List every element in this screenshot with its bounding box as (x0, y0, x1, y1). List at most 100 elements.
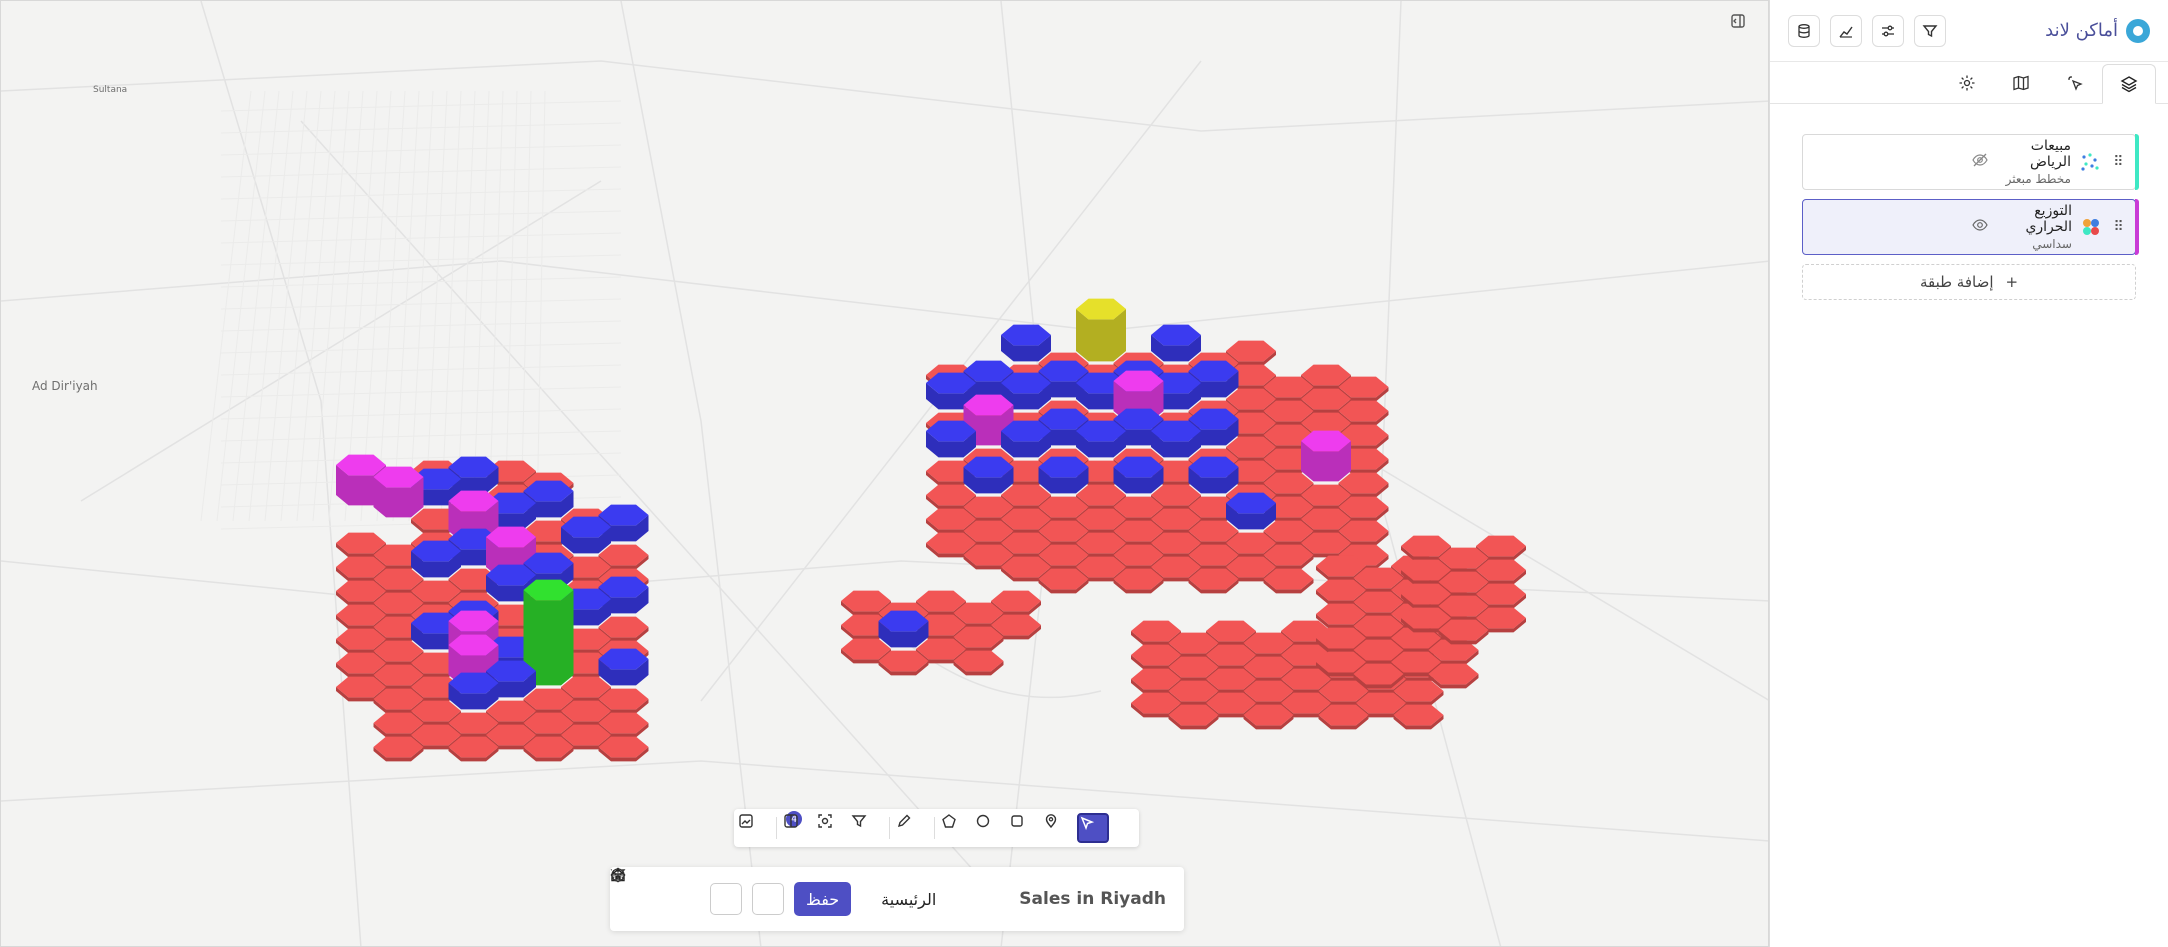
move-button[interactable] (610, 867, 660, 915)
hex-column[interactable] (1038, 456, 1089, 494)
layer-name: التوزيع الحراري (2025, 203, 2072, 235)
pointer-icon (2068, 76, 2083, 91)
hex-column[interactable] (963, 456, 1014, 494)
filter-icon (851, 815, 867, 828)
sidebar-header: أماكن لاند (1770, 0, 2168, 62)
draw-toolbar: 4 (734, 809, 1139, 847)
draw-point-button[interactable] (1043, 813, 1075, 843)
drag-handle-icon[interactable]: ⠿ (2110, 154, 2127, 170)
settings-sliders-button[interactable] (1872, 14, 1904, 47)
draw-circle-button[interactable] (975, 813, 1007, 843)
hex-column[interactable] (1001, 420, 1051, 458)
layers-icon (2120, 76, 2138, 93)
sidebar-tabs (1770, 64, 2168, 104)
brand-name: أماكن لاند (2045, 20, 2118, 41)
toolbar-divider (776, 817, 777, 839)
gear-icon (1959, 75, 1975, 91)
sliders-icon (1882, 25, 1894, 36)
tab-settings[interactable] (1940, 63, 1994, 103)
focus-icon (818, 814, 832, 828)
hex-column[interactable] (373, 466, 424, 518)
eye-icon (1972, 219, 1988, 231)
collapse-panel-button[interactable] (1730, 13, 1754, 37)
logo-icon (2126, 18, 2150, 43)
columns-icon (784, 814, 798, 828)
app-root: Sultana Ad Dir'iyah 4 حفظ الرئيسية Sales… (0, 0, 2168, 947)
hex-column[interactable] (1226, 492, 1276, 530)
hex-column[interactable] (448, 672, 499, 710)
save-label: حفظ (806, 889, 840, 909)
circle-icon (976, 814, 990, 828)
info-icon[interactable] (610, 867, 626, 883)
draw-rectangle-button[interactable] (1009, 813, 1041, 843)
draw-line-button[interactable] (896, 813, 928, 843)
command-button[interactable] (612, 869, 742, 915)
map-svg[interactable] (1, 1, 1769, 947)
map-title: Sales in Riyadh (1019, 889, 1166, 909)
filter-button[interactable] (610, 869, 784, 915)
split-view-button[interactable]: 4 (783, 811, 815, 843)
export-image-button[interactable] (738, 813, 770, 843)
hex-column[interactable] (411, 540, 461, 578)
pentagon-icon (942, 814, 956, 828)
hex-column[interactable] (561, 516, 611, 554)
layer-color-accent (2135, 134, 2139, 190)
sidebar: أماكن لاند ⠿ مبيعات الرياض مخطط مبعثر ⠿ … (1769, 0, 2168, 947)
map-pin-icon (1045, 814, 1057, 829)
layer-name: مبيعات الرياض (2029, 138, 2071, 170)
visibility-toggle[interactable] (1971, 216, 1989, 238)
draw-polygon-button[interactable] (941, 813, 973, 843)
map-canvas[interactable]: Sultana Ad Dir'iyah 4 حفظ الرئيسية Sales… (0, 0, 1769, 947)
layer-item-heatmap[interactable]: ⠿ التوزيع الحراري سداسي (1802, 199, 2139, 255)
layer-text: مبيعات الرياض مخطط مبعثر (1989, 138, 2071, 186)
hex-column[interactable] (878, 610, 929, 648)
filter-panel-button[interactable] (1914, 14, 1946, 47)
hex-column[interactable] (926, 420, 976, 458)
focus-button[interactable] (817, 813, 849, 843)
hex-column[interactable] (598, 648, 649, 686)
hexagon-layer-icon (2078, 216, 2104, 238)
hex-column[interactable] (1076, 420, 1126, 458)
hex-column[interactable] (1188, 456, 1239, 494)
cursor-icon (1080, 816, 1095, 831)
pencil-icon (897, 814, 911, 828)
add-layer-button[interactable]: + إضافة طبقة (1802, 264, 2136, 300)
layer-type: سداسي (2032, 237, 2072, 251)
hex-column[interactable] (1151, 420, 1201, 458)
chart-icon (1839, 26, 1853, 38)
layer-type: مخطط مبعثر (2005, 172, 2071, 186)
home-label: الرئيسية (881, 889, 937, 909)
hex-column[interactable] (1301, 430, 1351, 482)
layer-item-sales[interactable]: ⠿ مبيعات الرياض مخطط مبعثر (1802, 134, 2139, 190)
image-icon (739, 814, 753, 828)
data-sources-button[interactable] (1788, 14, 1820, 47)
eye-off-icon (1972, 153, 1988, 167)
select-tool-button[interactable] (1077, 813, 1109, 843)
filter-tool-button[interactable] (851, 813, 883, 843)
home-button[interactable]: الرئيسية (611, 868, 937, 909)
place-label-diriyah: Ad Dir'iyah (32, 379, 98, 393)
save-button[interactable]: حفظ (611, 868, 852, 916)
hex-column[interactable] (1076, 298, 1126, 362)
header-actions (1788, 14, 1946, 47)
hex-column[interactable] (1113, 456, 1164, 494)
analytics-button[interactable] (1830, 14, 1862, 47)
brand: أماكن لاند (2045, 18, 2150, 43)
toolbar-divider (934, 817, 935, 839)
tab-interactions[interactable] (2048, 63, 2102, 103)
filter-icon (1922, 24, 1938, 37)
layer-text: التوزيع الحراري سداسي (1989, 203, 2072, 251)
tab-layers[interactable] (2102, 64, 2156, 104)
hex-column[interactable] (1151, 324, 1201, 362)
layer-list: ⠿ مبيعات الرياض مخطط مبعثر ⠿ التوزيع الح… (1770, 104, 2168, 300)
bottom-bar: حفظ الرئيسية Sales in Riyadh (610, 867, 1184, 931)
drag-handle-icon[interactable]: ⠿ (2110, 219, 2127, 235)
bottom-actions: حفظ الرئيسية (610, 867, 937, 916)
toolbar-divider (889, 817, 890, 839)
tab-basemap[interactable] (1994, 63, 2048, 103)
layer-color-accent (2135, 199, 2139, 255)
visibility-toggle[interactable] (1971, 151, 1989, 173)
hex-column[interactable] (1001, 324, 1051, 362)
database-icon (1798, 23, 1810, 38)
scatter-icon (2077, 151, 2104, 173)
